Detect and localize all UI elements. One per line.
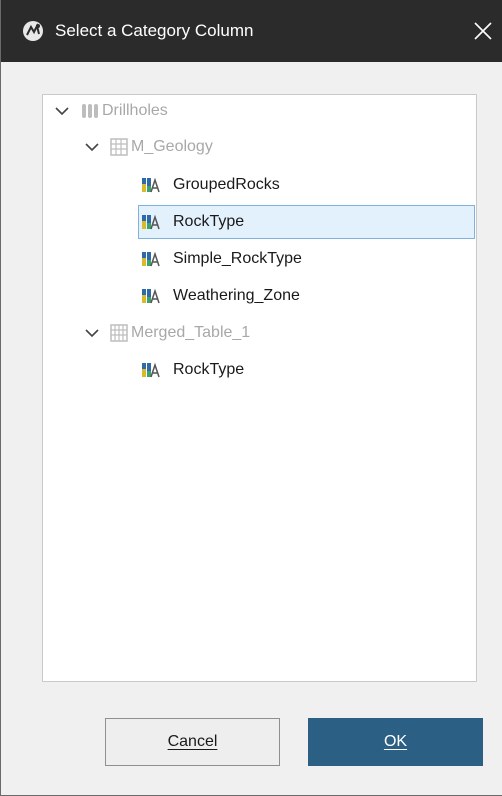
tree-item-weathering-zone[interactable]: Weathering_Zone [43, 280, 476, 312]
close-icon [474, 22, 492, 40]
category-column-tree[interactable]: Drillholes M_Geology GroupedRocks RockTy… [42, 94, 477, 682]
tree-item-label: Merged_Table_1 [131, 324, 251, 341]
window-title: Select a Category Column [55, 21, 254, 40]
tree-item-grouped-rocks[interactable]: GroupedRocks [43, 169, 476, 201]
ok-button-label: OK [383, 733, 408, 750]
tree-item-rocktype-selected[interactable]: RockType [43, 206, 476, 238]
cancel-button-label: Cancel [167, 733, 218, 750]
app-logo-icon [22, 20, 44, 42]
title-bar: Select a Category Column [1, 0, 502, 62]
tree-item-simple-rocktype[interactable]: Simple_RockType [43, 243, 476, 275]
tree-item-m-geology[interactable]: M_Geology [43, 131, 476, 163]
chevron-down-icon[interactable] [84, 139, 100, 155]
tree-item-drillholes[interactable]: Drillholes [43, 95, 476, 127]
category-column-icon [142, 251, 160, 267]
select-category-column-dialog: Select a Category Column Drillholes M_Ge… [0, 0, 502, 796]
chevron-down-icon[interactable] [84, 325, 100, 341]
category-column-icon [142, 214, 160, 230]
tree-item-label: Weathering_Zone [173, 287, 300, 304]
tree-item-label: Simple_RockType [173, 250, 302, 267]
merged-table-icon [110, 324, 128, 342]
tree-item-label: M_Geology [131, 138, 213, 155]
drillholes-icon [82, 104, 98, 118]
close-button[interactable] [463, 10, 502, 52]
tree-item-label: RockType [173, 361, 245, 378]
tree-item-label: RockType [173, 213, 245, 230]
ok-button[interactable]: OK [308, 718, 483, 766]
category-column-icon [142, 288, 160, 304]
tree-item-label: GroupedRocks [173, 176, 280, 193]
tree-item-label: Drillholes [102, 102, 168, 119]
chevron-down-icon[interactable] [54, 103, 70, 119]
tree-item-merged-table-1[interactable]: Merged_Table_1 [43, 317, 476, 349]
category-column-icon [142, 177, 160, 193]
tree-item-merged-rocktype[interactable]: RockType [43, 354, 476, 386]
cancel-button[interactable]: Cancel [105, 718, 280, 766]
category-column-icon [142, 362, 160, 378]
table-icon [110, 138, 128, 156]
